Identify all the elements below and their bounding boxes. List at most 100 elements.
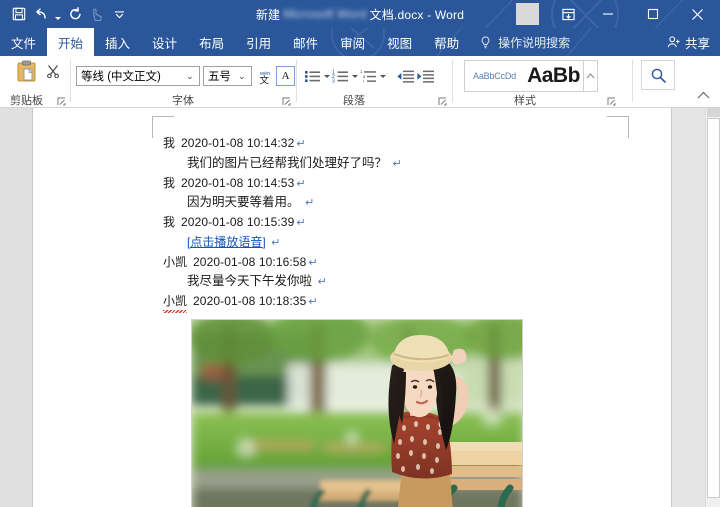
scrollbar-top-nub[interactable] bbox=[707, 108, 720, 117]
pilcrow-icon: ↵ bbox=[271, 236, 281, 249]
pilcrow-icon: ↵ bbox=[392, 157, 402, 170]
quick-access-toolbar bbox=[8, 0, 130, 28]
document-content: 我 2020-01-08 10:14:32 ↵ 我们的图片已经帮我们处理好了吗？… bbox=[163, 134, 603, 507]
tab-layout-label: 布局 bbox=[199, 36, 225, 51]
message-header: 我 2020-01-08 10:15:39 ↵ bbox=[163, 213, 603, 233]
bullets-dropdown-icon[interactable] bbox=[322, 69, 331, 83]
pilcrow-icon: ↵ bbox=[305, 197, 315, 209]
paragraph-dialog-launcher[interactable] bbox=[437, 96, 447, 106]
document-page[interactable]: 我 2020-01-08 10:14:32 ↵ 我们的图片已经帮我们处理好了吗？… bbox=[32, 108, 672, 507]
tab-design-label: 设计 bbox=[152, 36, 178, 51]
paste-icon[interactable] bbox=[14, 60, 44, 88]
vertical-scrollbar[interactable] bbox=[705, 108, 720, 507]
tab-home-label: 开始 bbox=[58, 36, 84, 51]
styles-gallery[interactable]: AaBbCcDd AaBb bbox=[464, 60, 584, 92]
tab-references-label: 引用 bbox=[246, 36, 272, 51]
font-size-value: 五号 bbox=[207, 71, 231, 83]
ribbon-display-options-icon[interactable] bbox=[551, 0, 585, 28]
font-size-combo[interactable]: 五号 ⌄ bbox=[202, 66, 252, 86]
play-voice-link[interactable]: [点击播放语音] bbox=[187, 235, 266, 249]
styles-gallery-scroll-up-icon[interactable] bbox=[584, 60, 598, 92]
tab-mailings-label: 邮件 bbox=[293, 36, 319, 51]
tab-design[interactable]: 设计 bbox=[141, 28, 188, 56]
customize-qat-icon[interactable] bbox=[108, 2, 130, 26]
collapse-ribbon-icon[interactable] bbox=[694, 88, 712, 102]
scrollbar-thumb[interactable] bbox=[707, 118, 720, 498]
close-button[interactable] bbox=[675, 0, 720, 28]
title-suffix: 文档.docx - Word bbox=[369, 7, 465, 22]
pilcrow-icon: ↵ bbox=[296, 217, 306, 229]
undo-dropdown-icon[interactable] bbox=[52, 2, 64, 26]
maximize-button[interactable] bbox=[630, 0, 675, 28]
tab-mailings[interactable]: 邮件 bbox=[282, 28, 329, 56]
group-font-label: 字体 bbox=[172, 95, 194, 107]
numbering-dropdown-icon[interactable] bbox=[350, 69, 359, 83]
redo-icon[interactable] bbox=[64, 2, 86, 26]
undo-icon[interactable] bbox=[30, 2, 52, 26]
tab-review-label: 审阅 bbox=[340, 36, 366, 51]
touch-mode-icon[interactable] bbox=[86, 2, 108, 26]
message-sender: 小凯 bbox=[163, 254, 188, 269]
svg-text:i: i bbox=[363, 78, 364, 83]
tab-view[interactable]: 视图 bbox=[376, 28, 423, 56]
find-button[interactable] bbox=[641, 60, 675, 90]
avatar[interactable] bbox=[516, 3, 539, 25]
ribbon: 剪贴板 等线 (中文正文) ⌄ 五号 ⌄ wén 文 A 字体 1 2 3 1 … bbox=[0, 56, 720, 108]
tab-help[interactable]: 帮助 bbox=[423, 28, 470, 56]
group-clipboard-label: 剪贴板 bbox=[10, 95, 43, 107]
tell-me-label: 操作说明搜索 bbox=[498, 35, 571, 50]
share-label: 共享 bbox=[684, 36, 710, 51]
message-sender: 我 bbox=[163, 215, 176, 229]
increase-indent-icon[interactable] bbox=[416, 69, 435, 84]
right-gutter bbox=[672, 108, 705, 507]
cut-icon[interactable] bbox=[46, 64, 60, 78]
title-bar: 新建 Microsoft Word 文档.docx - Word bbox=[0, 0, 720, 28]
multilevel-list-icon[interactable]: 1 a i bbox=[360, 69, 377, 84]
window-controls bbox=[516, 0, 720, 28]
pilcrow-icon: ↵ bbox=[308, 256, 318, 269]
style-preview-heading[interactable]: AaBb bbox=[524, 61, 583, 91]
styles-dialog-launcher[interactable] bbox=[606, 96, 616, 106]
minimize-button[interactable] bbox=[585, 0, 630, 28]
save-icon[interactable] bbox=[8, 2, 30, 26]
tab-layout[interactable]: 布局 bbox=[188, 28, 235, 56]
bullets-icon[interactable] bbox=[304, 69, 321, 84]
tab-help-label: 帮助 bbox=[434, 36, 460, 51]
message-timestamp: 2020-01-08 10:14:53 bbox=[181, 175, 295, 190]
font-size-chevron-down-icon[interactable]: ⌄ bbox=[235, 71, 249, 82]
left-gutter bbox=[0, 108, 32, 507]
tab-file[interactable]: 文件 bbox=[0, 28, 47, 56]
photo-graphic bbox=[192, 319, 522, 507]
tab-references[interactable]: 引用 bbox=[235, 28, 282, 56]
multilevel-list-dropdown-icon[interactable] bbox=[378, 69, 387, 83]
numbering-icon[interactable]: 1 2 3 bbox=[332, 69, 349, 84]
pilcrow-icon: ↵ bbox=[308, 296, 318, 308]
phonetic-guide-icon[interactable]: wén 文 bbox=[255, 66, 274, 86]
clipboard-dialog-launcher[interactable] bbox=[56, 96, 66, 106]
tab-review[interactable]: 审阅 bbox=[329, 28, 376, 56]
message-body: 因为明天要等着用。 ↵ bbox=[163, 193, 603, 213]
tab-home[interactable]: 开始 bbox=[47, 28, 95, 56]
font-name-combo[interactable]: 等线 (中文正文) ⌄ bbox=[76, 66, 200, 86]
tab-file-label: 文件 bbox=[11, 36, 37, 51]
message-timestamp: 2020-01-08 10:18:35 bbox=[193, 294, 307, 308]
pilcrow-icon: ↵ bbox=[317, 276, 327, 288]
decrease-indent-icon[interactable] bbox=[396, 69, 415, 84]
separator-paragraph-styles bbox=[452, 60, 453, 102]
message-body-text: 我尽量今天下午发你啦 bbox=[187, 274, 313, 288]
tell-me-search[interactable]: 操作说明搜索 bbox=[470, 28, 570, 56]
message-sender: 我 bbox=[163, 136, 176, 150]
message-header: 我 2020-01-08 10:14:53 ↵ bbox=[163, 174, 603, 194]
character-border-icon[interactable]: A bbox=[276, 66, 295, 86]
message-sender: 小凯 bbox=[163, 292, 188, 312]
tab-insert[interactable]: 插入 bbox=[94, 28, 141, 56]
group-editing bbox=[633, 56, 720, 108]
font-name-chevron-down-icon[interactable]: ⌄ bbox=[183, 71, 197, 82]
style-preview-normal[interactable]: AaBbCcDd bbox=[465, 61, 524, 91]
share-button[interactable]: 共享 bbox=[667, 28, 710, 56]
lightbulb-icon bbox=[480, 35, 491, 49]
group-styles-label: 样式 bbox=[514, 95, 536, 107]
message-timestamp: 2020-01-08 10:14:32 bbox=[181, 136, 295, 150]
group-clipboard: 剪贴板 bbox=[0, 56, 70, 108]
inserted-photo[interactable] bbox=[191, 318, 523, 507]
